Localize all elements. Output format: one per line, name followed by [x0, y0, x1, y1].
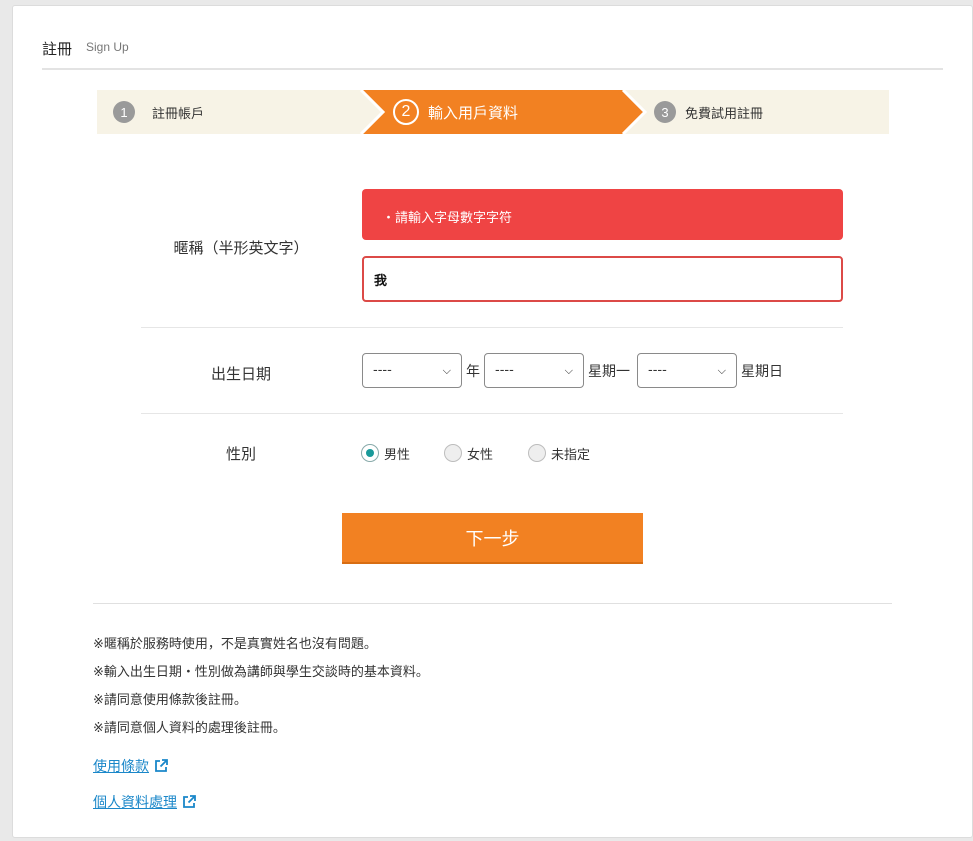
nickname-input[interactable] — [362, 256, 843, 302]
divider — [141, 327, 843, 328]
external-link-icon — [183, 795, 196, 808]
step-3: 3 免費試用註冊 — [654, 90, 763, 134]
divider — [141, 413, 843, 414]
nickname-error-message: ・請輸入字母數字字符 — [362, 189, 843, 240]
gender-option-label: 未指定 — [551, 448, 591, 463]
privacy-link[interactable]: 個人資料處理 — [93, 792, 196, 812]
birth-year-unit: 年 — [466, 364, 480, 380]
birth-month-unit: 星期一 — [588, 364, 630, 380]
birth-month-select[interactable]: ---- ⌵ — [484, 353, 584, 388]
birth-date-label: 出生日期 — [210, 365, 271, 383]
chevron-down-icon: ⌵ — [442, 363, 451, 377]
note-line: ※請同意個人資料的處理後註冊。 — [93, 721, 286, 736]
terms-link[interactable]: 使用條款 — [93, 756, 168, 776]
step-2-current: 2 輸入用戶資料 — [393, 90, 518, 134]
birth-day-value: ---- — [648, 363, 667, 378]
radio-icon[interactable] — [444, 443, 462, 462]
birth-year-select[interactable]: ---- ⌵ — [362, 353, 462, 388]
nickname-label: 暱稱（半形英文字） — [173, 239, 309, 257]
birth-year-value: ---- — [373, 363, 392, 378]
next-button[interactable]: 下一步 — [342, 513, 643, 564]
gender-option-unspecified[interactable]: 未指定 — [528, 442, 590, 463]
terms-link-label: 使用條款 — [93, 759, 149, 775]
step-1-label: 註冊帳戶 — [152, 106, 205, 122]
page-header: 註冊 Sign Up — [42, 36, 943, 70]
divider — [93, 603, 892, 604]
step-2-number: 2 — [393, 99, 419, 125]
page-title: 註冊 — [42, 40, 73, 58]
birth-month-value: ---- — [495, 363, 514, 378]
note-line: ※暱稱於服務時使用，不是真實姓名也沒有問題。 — [93, 637, 377, 652]
chevron-down-icon: ⌵ — [564, 363, 573, 377]
step-1: 1 註冊帳戶 — [113, 90, 204, 134]
gender-option-label: 男性 — [384, 448, 411, 463]
gender-label: 性別 — [225, 445, 256, 463]
chevron-down-icon: ⌵ — [717, 363, 726, 377]
step-1-number: 1 — [113, 101, 135, 123]
step-3-number: 3 — [654, 101, 676, 123]
birth-day-unit: 星期日 — [741, 364, 783, 380]
signup-card: 註冊 Sign Up 1 註冊帳戶 2 輸入用戶資料 3 免費試用註冊 暱稱（半… — [12, 5, 973, 838]
external-link-icon — [155, 759, 168, 772]
note-line: ※請同意使用條款後註冊。 — [93, 693, 247, 708]
note-line: ※輸入出生日期・性別做為講師與學生交談時的基本資料。 — [93, 665, 429, 680]
gender-option-female[interactable]: 女性 — [444, 442, 493, 463]
radio-selected-icon[interactable] — [361, 443, 379, 462]
step-2-label: 輸入用戶資料 — [428, 103, 519, 122]
step-3-label: 免費試用註冊 — [685, 106, 764, 122]
gender-option-male[interactable]: 男性 — [361, 442, 410, 463]
radio-icon[interactable] — [528, 443, 546, 462]
gender-option-label: 女性 — [467, 448, 494, 463]
step-progress: 1 註冊帳戶 2 輸入用戶資料 3 免費試用註冊 — [97, 90, 889, 134]
birth-day-select[interactable]: ---- ⌵ — [637, 353, 737, 388]
page-subtitle: Sign Up — [86, 40, 129, 54]
privacy-link-label: 個人資料處理 — [93, 795, 177, 811]
